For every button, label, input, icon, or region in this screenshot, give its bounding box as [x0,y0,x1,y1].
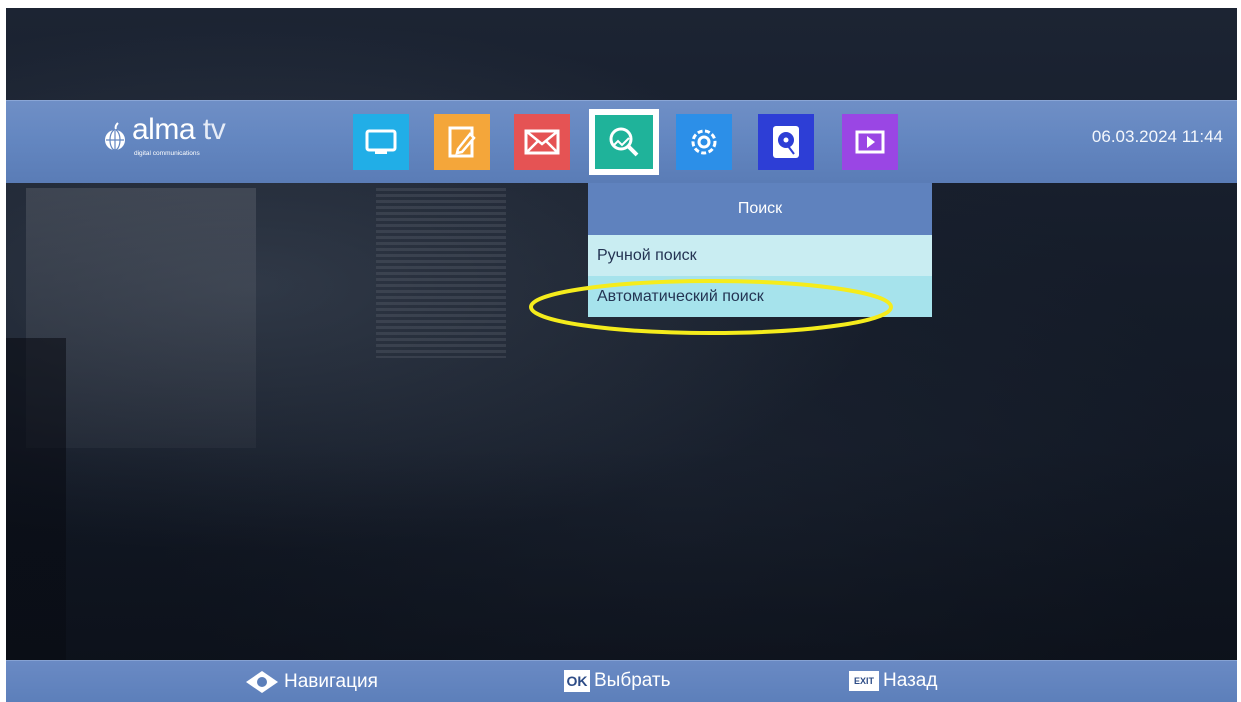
search-icon [609,127,639,157]
menu-settings-button[interactable] [676,114,732,170]
manual-search-item[interactable]: Ручной поиск [588,235,932,276]
menu-search-button[interactable] [589,109,659,175]
brand-name-main: alma [132,113,196,146]
brand-name-suffix: tv [202,113,226,146]
menu-media-button[interactable] [842,114,898,170]
storage-icon [758,114,814,170]
menu-storage-button[interactable] [758,114,814,170]
select-label: Выбрать [594,670,671,691]
mail-icon [514,114,570,170]
tv-icon [353,114,409,170]
navigate-label: Навигация [284,671,378,692]
bottom-hint-bar: Навигация OK Выбрать EXIT Назад [6,660,1237,702]
background-floor [6,448,1237,668]
menu-search-button-inner [595,115,653,169]
background-blinds [376,188,506,358]
exit-hint: EXIT Назад [849,670,937,692]
ok-key-icon: OK [564,670,590,692]
exit-key-icon: EXIT [849,671,879,691]
navigate-hint: Навигация [244,670,378,694]
settings-icon [676,114,732,170]
media-player-icon [842,114,898,170]
datetime-display: 06.03.2024 11:44 [1091,127,1223,146]
brand-name: alma tv [132,113,226,147]
brand-tagline: digital communications [134,150,200,157]
menu-tv-button[interactable] [353,114,409,170]
menu-edit-button[interactable] [434,114,490,170]
top-menu-bar: alma tv digital communications 06.03.202… [6,100,1237,183]
brand-logo: alma tv digital communications [102,113,272,165]
submenu-title: Поиск [588,183,932,235]
navigation-pad-icon [246,671,278,693]
apple-logo-icon [105,122,125,151]
back-label: Назад [883,670,938,691]
tv-screen: alma tv digital communications 06.03.202… [6,8,1237,702]
ok-hint: OK Выбрать [564,670,671,692]
edit-icon [434,114,490,170]
menu-mail-button[interactable] [514,114,570,170]
highlight-ellipse [529,279,893,335]
